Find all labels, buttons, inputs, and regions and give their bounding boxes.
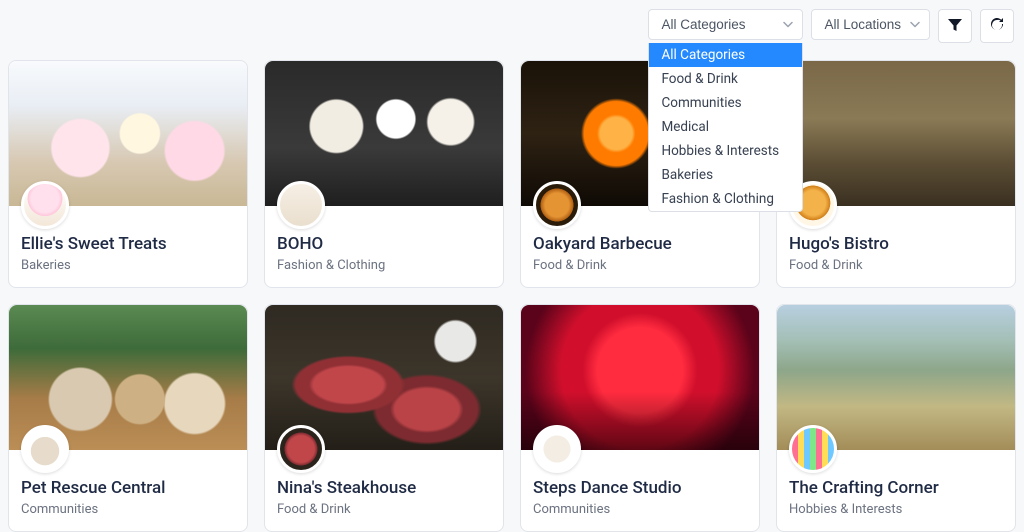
location-select[interactable]: All Locations	[811, 9, 930, 40]
category-select-label: All Categories	[661, 17, 745, 32]
category-select-wrap: All Categories All CategoriesFood & Drin…	[648, 9, 803, 40]
listing-card[interactable]: Steps Dance Studio Communities	[520, 304, 760, 532]
listing-avatar	[277, 425, 325, 473]
listing-category: Food & Drink	[533, 258, 747, 273]
category-option[interactable]: Medical	[649, 115, 802, 139]
listing-avatar	[789, 425, 837, 473]
filter-icon	[947, 17, 963, 36]
listing-title: BOHO	[277, 234, 491, 254]
listing-title: Ellie's Sweet Treats	[21, 234, 235, 254]
chevron-down-icon	[783, 17, 793, 32]
listing-grid: Ellie's Sweet Treats Bakeries BOHO Fashion …	[8, 60, 1016, 532]
category-option[interactable]: Communities	[649, 91, 802, 115]
reset-button[interactable]	[980, 9, 1014, 43]
listing-card[interactable]: Hugo's Bistro Food & Drink	[776, 60, 1016, 288]
listing-card[interactable]: BOHO Fashion & Clothing	[264, 60, 504, 288]
listing-category: Bakeries	[21, 258, 235, 273]
location-select-label: All Locations	[824, 17, 901, 32]
listing-category: Hobbies & Interests	[789, 502, 1003, 517]
category-select[interactable]: All Categories	[648, 9, 803, 40]
listing-title: Hugo's Bistro	[789, 234, 1003, 254]
listing-avatar	[533, 181, 581, 229]
listing-card[interactable]: Nina's Steakhouse Food & Drink	[264, 304, 504, 532]
listing-avatar	[21, 181, 69, 229]
category-dropdown: All CategoriesFood & DrinkCommunitiesMed…	[648, 43, 803, 212]
listing-card[interactable]: The Crafting Corner Hobbies & Interests	[776, 304, 1016, 532]
category-option[interactable]: All Categories	[649, 43, 802, 67]
filter-bar: All Categories All CategoriesFood & Drin…	[648, 9, 1014, 43]
listing-category: Communities	[21, 502, 235, 517]
category-option[interactable]: Hobbies & Interests	[649, 139, 802, 163]
listing-avatar	[277, 181, 325, 229]
listing-card[interactable]: Ellie's Sweet Treats Bakeries	[8, 60, 248, 288]
location-select-wrap: All Locations	[811, 9, 930, 40]
listing-card[interactable]: Pet Rescue Central Communities	[8, 304, 248, 532]
listing-category: Communities	[533, 502, 747, 517]
listing-title: The Crafting Corner	[789, 478, 1003, 498]
category-option[interactable]: Bakeries	[649, 163, 802, 187]
listing-title: Pet Rescue Central	[21, 478, 235, 498]
listing-avatar	[21, 425, 69, 473]
listing-title: Nina's Steakhouse	[277, 478, 491, 498]
refresh-icon	[989, 17, 1005, 36]
listing-category: Food & Drink	[789, 258, 1003, 273]
chevron-down-icon	[910, 17, 920, 32]
listing-avatar	[533, 425, 581, 473]
listing-title: Oakyard Barbecue	[533, 234, 747, 254]
listing-title: Steps Dance Studio	[533, 478, 747, 498]
category-option[interactable]: Food & Drink	[649, 67, 802, 91]
category-option[interactable]: Fashion & Clothing	[649, 187, 802, 211]
listing-category: Fashion & Clothing	[277, 258, 491, 273]
listing-category: Food & Drink	[277, 502, 491, 517]
filter-button[interactable]	[938, 9, 972, 43]
